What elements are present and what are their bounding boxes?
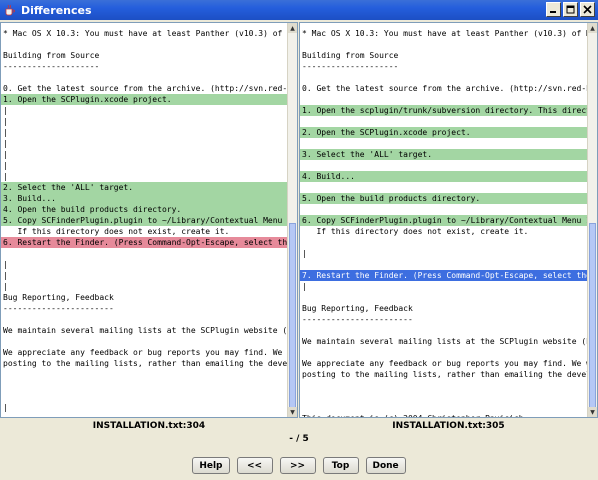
diff-line[interactable]: 5. Open the build products directory.: [300, 193, 587, 204]
diff-line[interactable]: 1. Open the scplugin/trunk/subversion di…: [300, 105, 587, 116]
diff-line[interactable]: [300, 292, 587, 303]
diff-line[interactable]: [300, 402, 587, 413]
diff-gap-marker[interactable]: |: [1, 160, 287, 171]
scroll-up-arrow-icon[interactable]: ▲: [588, 23, 597, 33]
left-text-area[interactable]: * Mac OS X 10.3: You must have at least …: [1, 23, 287, 417]
close-icon[interactable]: [580, 2, 595, 17]
diff-line[interactable]: [300, 116, 587, 127]
diff-line[interactable]: Building from Source: [300, 50, 587, 61]
diff-gap-marker[interactable]: |: [1, 138, 287, 149]
right-text-area[interactable]: * Mac OS X 10.3: You must have at least …: [300, 23, 587, 417]
diff-line[interactable]: If this directory does not exist, create…: [1, 226, 287, 237]
done-button[interactable]: Done: [365, 457, 406, 474]
diff-line[interactable]: --------------------: [300, 61, 587, 72]
diff-line[interactable]: We appreciate any feedback or bug report…: [300, 358, 587, 369]
diff-line[interactable]: [300, 138, 587, 149]
scroll-down-arrow-icon[interactable]: ▼: [588, 407, 597, 417]
diff-line[interactable]: -----------------------: [300, 314, 587, 325]
help-button[interactable]: Help: [192, 457, 230, 474]
diff-line[interactable]: [300, 94, 587, 105]
diff-line[interactable]: [300, 204, 587, 215]
diff-line[interactable]: If this directory does not exist, create…: [300, 226, 587, 237]
diff-line[interactable]: [300, 347, 587, 358]
diff-gap-marker[interactable]: |: [1, 127, 287, 138]
diff-line[interactable]: [300, 380, 587, 391]
diff-line[interactable]: [1, 248, 287, 259]
diff-line[interactable]: 2. Select the 'ALL' target.: [1, 182, 287, 193]
diff-line[interactable]: [300, 72, 587, 83]
diff-gap-marker[interactable]: |: [1, 259, 287, 270]
diff-line[interactable]: 6. Copy SCFinderPlugin.plugin to ~/Libra…: [300, 215, 587, 226]
diff-gap-marker[interactable]: |: [1, 116, 287, 127]
diff-line[interactable]: 6. Restart the Finder. (Press Command-Op…: [1, 237, 287, 248]
window-title: Differences: [21, 3, 92, 17]
right-scroll-thumb[interactable]: [589, 223, 596, 413]
diff-line[interactable]: 4. Build...: [300, 171, 587, 182]
left-scroll-thumb[interactable]: [289, 223, 296, 413]
diff-line[interactable]: * Mac OS X 10.3: You must have at least …: [300, 28, 587, 39]
diff-line[interactable]: [300, 391, 587, 402]
diff-line[interactable]: [1, 39, 287, 50]
diff-line[interactable]: Bug Reporting, Feedback: [1, 292, 287, 303]
diff-line[interactable]: 0. Get the latest source from the archiv…: [300, 83, 587, 94]
diff-line[interactable]: We maintain several mailing lists at the…: [300, 336, 587, 347]
diff-counter: - / 5: [289, 434, 309, 444]
diff-gap-marker[interactable]: |: [1, 270, 287, 281]
diff-line[interactable]: [1, 72, 287, 83]
right-file-label: INSTALLATION.txt:305: [392, 421, 505, 431]
diff-line[interactable]: [1, 380, 287, 391]
diff-gap-marker[interactable]: |: [300, 248, 587, 259]
button-bar: Help << >> Top Done: [0, 457, 598, 474]
diff-line[interactable]: We appreciate any feedback or bug report…: [1, 347, 287, 358]
diff-line[interactable]: [1, 391, 287, 402]
diff-gap-marker[interactable]: |: [300, 281, 587, 292]
next-diff-button[interactable]: >>: [279, 457, 316, 474]
diff-line[interactable]: posting to the mailing lists, rather tha…: [1, 358, 287, 369]
diff-gap-marker[interactable]: |: [1, 171, 287, 182]
maximize-icon[interactable]: [563, 2, 578, 17]
diff-line[interactable]: 1. Open the SCPlugin.xcode project.: [1, 94, 287, 105]
left-file-label: INSTALLATION.txt:304: [92, 421, 206, 431]
diff-line[interactable]: 3. Select the 'ALL' target.: [300, 149, 587, 160]
diff-line[interactable]: 7. Restart the Finder. (Press Command-Op…: [300, 270, 587, 281]
diff-line[interactable]: posting to the mailing lists, rather tha…: [300, 369, 587, 380]
diff-line[interactable]: 0. Get the latest source from the archiv…: [1, 83, 287, 94]
diff-line[interactable]: [300, 237, 587, 248]
diff-line[interactable]: [300, 325, 587, 336]
diff-line[interactable]: This document is (c) 2004 Christopher Pa…: [300, 413, 587, 417]
diff-line[interactable]: [1, 314, 287, 325]
minimize-icon[interactable]: [546, 2, 561, 17]
diff-gap-marker[interactable]: |: [1, 402, 287, 413]
left-diff-pane[interactable]: * Mac OS X 10.3: You must have at least …: [0, 22, 298, 418]
diff-gap-marker[interactable]: |: [1, 105, 287, 116]
title-bar[interactable]: Differences: [0, 0, 598, 20]
diff-line[interactable]: * Mac OS X 10.3: You must have at least …: [1, 28, 287, 39]
diff-line[interactable]: Bug Reporting, Feedback: [300, 303, 587, 314]
diff-gap-marker[interactable]: |: [1, 149, 287, 160]
diff-line[interactable]: [300, 259, 587, 270]
diff-gap-marker[interactable]: |: [1, 281, 287, 292]
diff-line[interactable]: 5. Copy SCFinderPlugin.plugin to ~/Libra…: [1, 215, 287, 226]
diff-line[interactable]: 4. Open the build products directory.: [1, 204, 287, 215]
diff-line[interactable]: [300, 39, 587, 50]
java-cup-icon: [3, 3, 17, 17]
diff-line[interactable]: [1, 336, 287, 347]
diff-line[interactable]: [1, 369, 287, 380]
right-diff-pane[interactable]: * Mac OS X 10.3: You must have at least …: [299, 22, 598, 418]
previous-diff-button[interactable]: <<: [236, 457, 273, 474]
diff-line[interactable]: 2. Open the SCPlugin.xcode project.: [300, 127, 587, 138]
scroll-down-arrow-icon[interactable]: ▼: [288, 407, 297, 417]
left-scrollbar[interactable]: ▲ ▼: [287, 23, 297, 417]
diff-line[interactable]: [300, 182, 587, 193]
diff-line[interactable]: 3. Build...: [1, 193, 287, 204]
diff-line[interactable]: --------------------: [1, 61, 287, 72]
diff-line[interactable]: [300, 160, 587, 171]
right-scrollbar[interactable]: ▲ ▼: [587, 23, 597, 417]
scroll-up-arrow-icon[interactable]: ▲: [288, 23, 297, 33]
diff-line[interactable]: Building from Source: [1, 50, 287, 61]
top-button[interactable]: Top: [322, 457, 359, 474]
diff-line[interactable]: -----------------------: [1, 303, 287, 314]
diff-line[interactable]: We maintain several mailing lists at the…: [1, 325, 287, 336]
